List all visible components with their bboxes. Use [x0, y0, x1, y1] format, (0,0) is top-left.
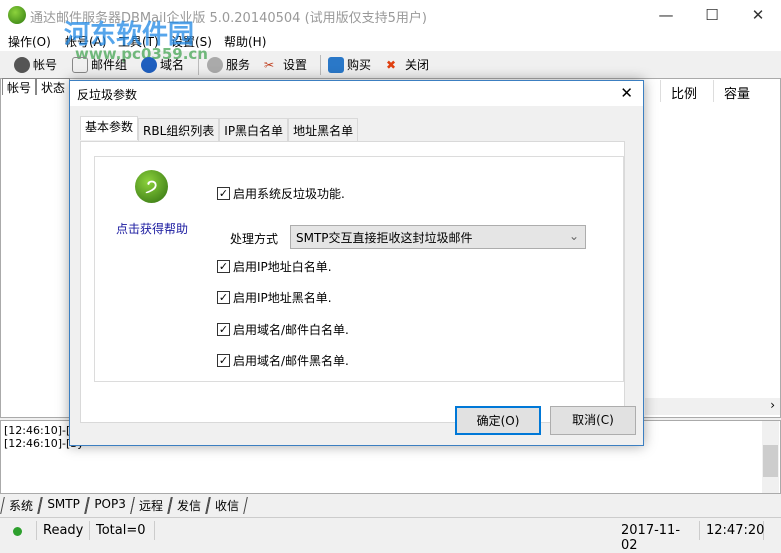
column-ratio[interactable]: 比例 — [660, 80, 713, 102]
basket-icon — [328, 56, 344, 73]
main-tabs: 帐号 状态 — [2, 78, 71, 95]
column-capacity[interactable]: 容量 — [713, 80, 780, 102]
log-scrollbar[interactable] — [762, 421, 779, 493]
close-window-button[interactable]: ✕ — [735, 0, 781, 30]
account-button[interactable]: 帐号 — [14, 56, 57, 73]
domain-button[interactable]: 域名 — [141, 56, 184, 73]
help-link[interactable]: 点击获得帮助 — [116, 220, 188, 237]
tab-address-blacklist[interactable]: 地址黑名单 — [288, 118, 359, 142]
tab-send[interactable]: 发信 — [168, 497, 210, 514]
dialog-title-bar: 反垃圾参数 ✕ — [70, 81, 643, 106]
settings-group: ੭ 点击获得帮助 ✓ 启用系统反垃圾功能. 处理方式 SMTP交互直接拒收这封垃圾… — [94, 156, 624, 382]
tab-panel: ੭ 点击获得帮助 ✓ 启用系统反垃圾功能. 处理方式 SMTP交互直接拒收这封垃圾… — [80, 141, 625, 423]
mail-group-icon — [72, 56, 88, 73]
tab-basic[interactable]: 基本参数 — [80, 116, 139, 140]
status-time: 12:47:20 — [700, 521, 764, 540]
horizontal-scrollbar[interactable]: › — [645, 398, 780, 415]
maximize-button[interactable]: ☐ — [689, 0, 735, 30]
close-button[interactable]: ✖ 关闭 — [386, 56, 429, 73]
method-select[interactable]: SMTP交互直接拒收这封垃圾邮件 ⌄ — [290, 225, 586, 249]
tools-icon: ✂ — [264, 57, 275, 72]
tab-pop3[interactable]: POP3 — [84, 497, 134, 514]
dialog-tabs: 基本参数 RBL组织列表 IP黑白名单 地址黑名单 — [80, 116, 359, 142]
status-total: Total=0 — [90, 521, 155, 540]
user-icon — [14, 56, 30, 73]
status-state: Ready — [37, 521, 90, 540]
app-logo-icon: ੭ — [135, 170, 168, 203]
menu-operate[interactable]: 操作(O) — [8, 33, 51, 50]
tab-rbl[interactable]: RBL组织列表 — [138, 118, 220, 142]
antispam-dialog: 反垃圾参数 ✕ 基本参数 RBL组织列表 IP黑白名单 地址黑名单 ੭ 点击获得… — [69, 80, 644, 446]
ip-whitelist-checkbox[interactable]: ✓ 启用IP地址白名单. — [217, 258, 332, 275]
tab-remote[interactable]: 远程 — [130, 497, 172, 514]
cancel-button[interactable]: 取消(C) — [550, 406, 636, 435]
log-tabs: 系统 SMTP POP3 远程 发信 收信 — [0, 497, 248, 514]
dialog-title: 反垃圾参数 — [77, 88, 138, 102]
scroll-right-icon[interactable]: › — [770, 398, 775, 412]
enable-antispam-checkbox[interactable]: ✓ 启用系统反垃圾功能. — [217, 185, 345, 202]
domain-whitelist-checkbox[interactable]: ✓ 启用域名/邮件白名单. — [217, 321, 349, 338]
tab-status[interactable]: 状态 — [36, 78, 71, 95]
toolbar-separator — [320, 55, 321, 75]
menu-help[interactable]: 帮助(H) — [224, 33, 266, 50]
tab-ip-list[interactable]: IP黑白名单 — [219, 118, 289, 142]
mail-group-button[interactable]: 邮件组 — [72, 56, 127, 73]
toolbar-separator — [198, 55, 199, 75]
tab-smtp[interactable]: SMTP — [38, 497, 89, 514]
tab-account[interactable]: 帐号 — [2, 78, 37, 95]
tab-receive[interactable]: 收信 — [206, 497, 248, 514]
ip-blacklist-checkbox[interactable]: ✓ 启用IP地址黑名单. — [217, 289, 332, 306]
ok-button[interactable]: 确定(O) — [455, 406, 541, 435]
tab-system[interactable]: 系统 — [0, 497, 42, 514]
globe-icon — [141, 56, 157, 73]
settings-button[interactable]: ✂ 设置 — [264, 56, 307, 73]
app-logo-icon — [8, 6, 26, 24]
gear-icon — [207, 56, 223, 73]
toolbar: 帐号 邮件组 域名 服务 ✂ 设置 购买 ✖ 关闭 — [0, 52, 781, 77]
chevron-down-icon: ⌄ — [568, 229, 579, 243]
scroll-thumb[interactable] — [763, 445, 778, 477]
service-button[interactable]: 服务 — [207, 56, 250, 73]
status-indicator-icon — [13, 527, 22, 536]
method-label: 处理方式 — [230, 232, 279, 246]
minimize-button[interactable]: — — [643, 0, 689, 30]
status-bar: Ready Total=0 2017-11-02 12:47:20 — [0, 517, 781, 553]
status-date: 2017-11-02 — [615, 521, 700, 553]
domain-blacklist-checkbox[interactable]: ✓ 启用域名/邮件黑名单. — [217, 352, 349, 369]
buy-button[interactable]: 购买 — [328, 56, 371, 73]
close-icon: ✖ — [386, 57, 397, 72]
dialog-close-button[interactable]: ✕ — [620, 84, 633, 102]
